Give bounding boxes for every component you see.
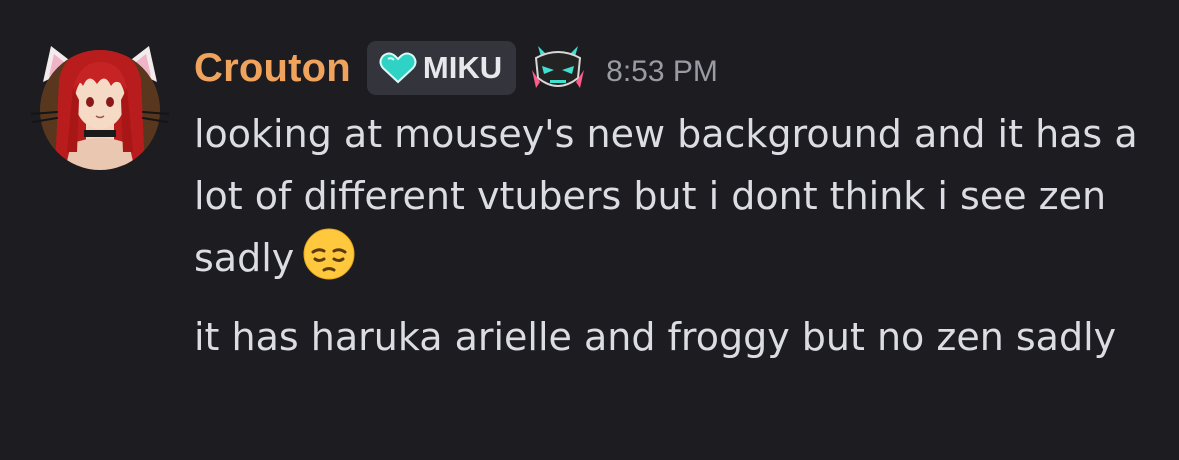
message-header: Crouton MIKU 8:53 PM: [194, 38, 718, 98]
message-line: it has haruka arielle and froggy but no …: [194, 306, 1164, 368]
chat-message: Crouton MIKU 8:53 PM looking at mousey's…: [0, 0, 1179, 460]
mask-badge-icon[interactable]: [528, 40, 588, 96]
message-line-text: it has haruka arielle and froggy but no …: [194, 315, 1117, 359]
heart-icon: [379, 52, 417, 84]
server-tag[interactable]: MIKU: [366, 41, 517, 95]
pensive-emoji[interactable]: [302, 227, 356, 281]
timestamp: 8:53 PM: [606, 55, 718, 88]
server-tag-label: MIKU: [422, 50, 503, 85]
username[interactable]: Crouton: [194, 46, 351, 91]
message-line: looking at mousey's new background and i…: [194, 103, 1164, 289]
user-avatar[interactable]: [31, 40, 169, 170]
